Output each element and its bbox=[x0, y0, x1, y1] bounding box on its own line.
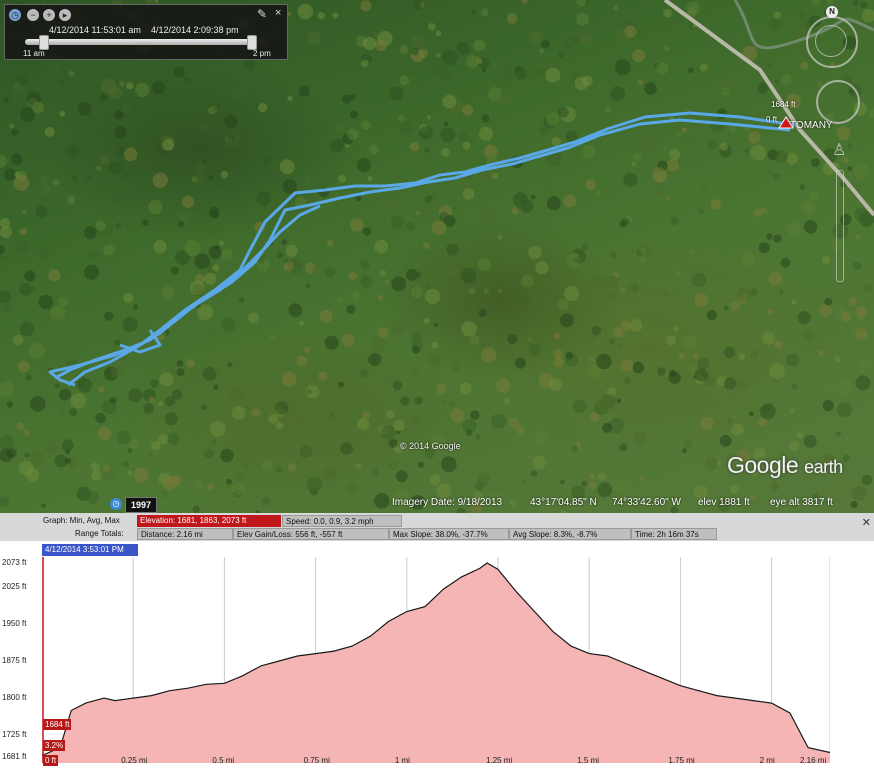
x-tick-label: 2.16 mi bbox=[800, 756, 827, 765]
close-icon[interactable]: ✕ bbox=[862, 516, 871, 529]
eye-altitude: eye alt 3817 ft bbox=[770, 497, 833, 508]
elev-gain-loss: Elev Gain/Loss: 556 ft, -557 ft bbox=[233, 528, 389, 540]
north-icon[interactable]: N bbox=[826, 6, 838, 18]
cursor-slope-tag: 3.2% bbox=[43, 740, 66, 751]
longitude: 74°33'42.60" W bbox=[612, 497, 681, 508]
time-right-label: 2 pm bbox=[253, 49, 271, 58]
time-end: 4/12/2014 2:09:38 pm bbox=[151, 25, 239, 35]
zoom-in-icon[interactable]: + bbox=[43, 9, 55, 21]
look-joystick[interactable] bbox=[815, 25, 847, 57]
time-slider-panel: ◷ − + ▸ ✎ × 4/12/2014 11:53:01 am 4/12/2… bbox=[4, 4, 288, 60]
forest-texture bbox=[0, 0, 874, 513]
distance-stat: Distance: 2.16 mi bbox=[137, 528, 233, 540]
cursor-elevation-tag: 1684 ft bbox=[43, 719, 72, 730]
google-earth-logo: Google earth bbox=[727, 452, 843, 478]
cursor-distance-tag: 0 ft bbox=[43, 755, 59, 766]
time-start: 4/12/2014 11:53:01 am bbox=[49, 25, 141, 35]
pin-distance-label: 0 ft bbox=[766, 115, 778, 124]
y-tick-label: 1681 ft bbox=[2, 752, 27, 761]
y-tick-label: 1950 ft bbox=[2, 618, 27, 628]
pin-elevation-label: 1684 ft bbox=[771, 100, 796, 109]
x-tick-label: 1.5 mi bbox=[577, 756, 600, 765]
time-left-label: 11 am bbox=[23, 49, 45, 58]
year-badge[interactable]: 1997 bbox=[125, 497, 157, 513]
elevation-area bbox=[42, 563, 830, 763]
x-tick-label: 2 mi bbox=[759, 756, 775, 765]
x-tick-label: 0.75 mi bbox=[303, 756, 330, 765]
clock-icon[interactable]: ◷ bbox=[9, 9, 21, 21]
imagery-date: Imagery Date: 9/18/2013 bbox=[392, 497, 503, 508]
y-tick-label: 1800 ft bbox=[2, 693, 27, 703]
elevation-stat[interactable]: Elevation: 1681, 1863, 2073 ft bbox=[137, 515, 281, 527]
close-panel-icon[interactable]: × bbox=[275, 7, 281, 19]
y-tick-label: 2073 ft bbox=[2, 558, 27, 567]
x-tick-label: 1.25 mi bbox=[486, 756, 513, 765]
historical-imagery-icon[interactable]: ◷ bbox=[110, 498, 122, 510]
profile-stats-bar: Graph: Min, Avg, Max Elevation: 1681, 18… bbox=[0, 513, 874, 541]
wrench-icon[interactable]: ✎ bbox=[257, 7, 267, 21]
map-layer bbox=[0, 0, 874, 513]
elevation-profile-panel: Graph: Min, Avg, Max Elevation: 1681, 18… bbox=[0, 513, 874, 768]
elevation-chart[interactable] bbox=[42, 557, 830, 763]
time-slider-track[interactable] bbox=[25, 39, 257, 45]
max-slope: Max Slope: 38.0%, -37.7% bbox=[389, 528, 509, 540]
x-tick-label: 0.25 mi bbox=[121, 756, 148, 765]
y-tick-label: 2025 ft bbox=[2, 581, 27, 591]
time-slider-end-handle[interactable] bbox=[247, 35, 257, 50]
move-joystick[interactable] bbox=[816, 80, 860, 124]
time-slider-start-handle[interactable] bbox=[39, 35, 49, 50]
placemark-label[interactable]: TOMANY bbox=[790, 120, 833, 131]
street-view-pegman-icon[interactable]: ♙ bbox=[832, 140, 846, 160]
x-tick-label: 0.5 mi bbox=[212, 756, 235, 765]
graph-label: Graph: Min, Avg, Max bbox=[43, 516, 120, 525]
map-view[interactable]: ◷ − + ▸ ✎ × 4/12/2014 11:53:01 am 4/12/2… bbox=[0, 0, 874, 513]
y-tick-label: 1725 ft bbox=[2, 730, 27, 740]
zoom-slider[interactable] bbox=[836, 170, 844, 282]
avg-slope: Avg Slope: 8.3%, -8.7% bbox=[509, 528, 631, 540]
time-stat: Time: 2h 16m 37s bbox=[631, 528, 717, 540]
x-tick-label: 1 mi bbox=[394, 756, 410, 765]
range-totals-label: Range Totals: bbox=[75, 529, 124, 538]
speed-stat[interactable]: Speed: 0.0, 0.9, 3.2 mph bbox=[282, 515, 402, 527]
copyright: © 2014 Google bbox=[400, 441, 461, 451]
elevation: elev 1881 ft bbox=[698, 497, 750, 508]
x-tick-label: 1.75 mi bbox=[668, 756, 695, 765]
y-tick-label: 1875 ft bbox=[2, 655, 27, 665]
play-icon[interactable]: ▸ bbox=[59, 9, 71, 21]
latitude: 43°17'04.85" N bbox=[530, 497, 597, 508]
zoom-out-icon[interactable]: − bbox=[27, 9, 39, 21]
cursor-timestamp: 4/12/2014 3:53:01 PM bbox=[42, 544, 138, 556]
